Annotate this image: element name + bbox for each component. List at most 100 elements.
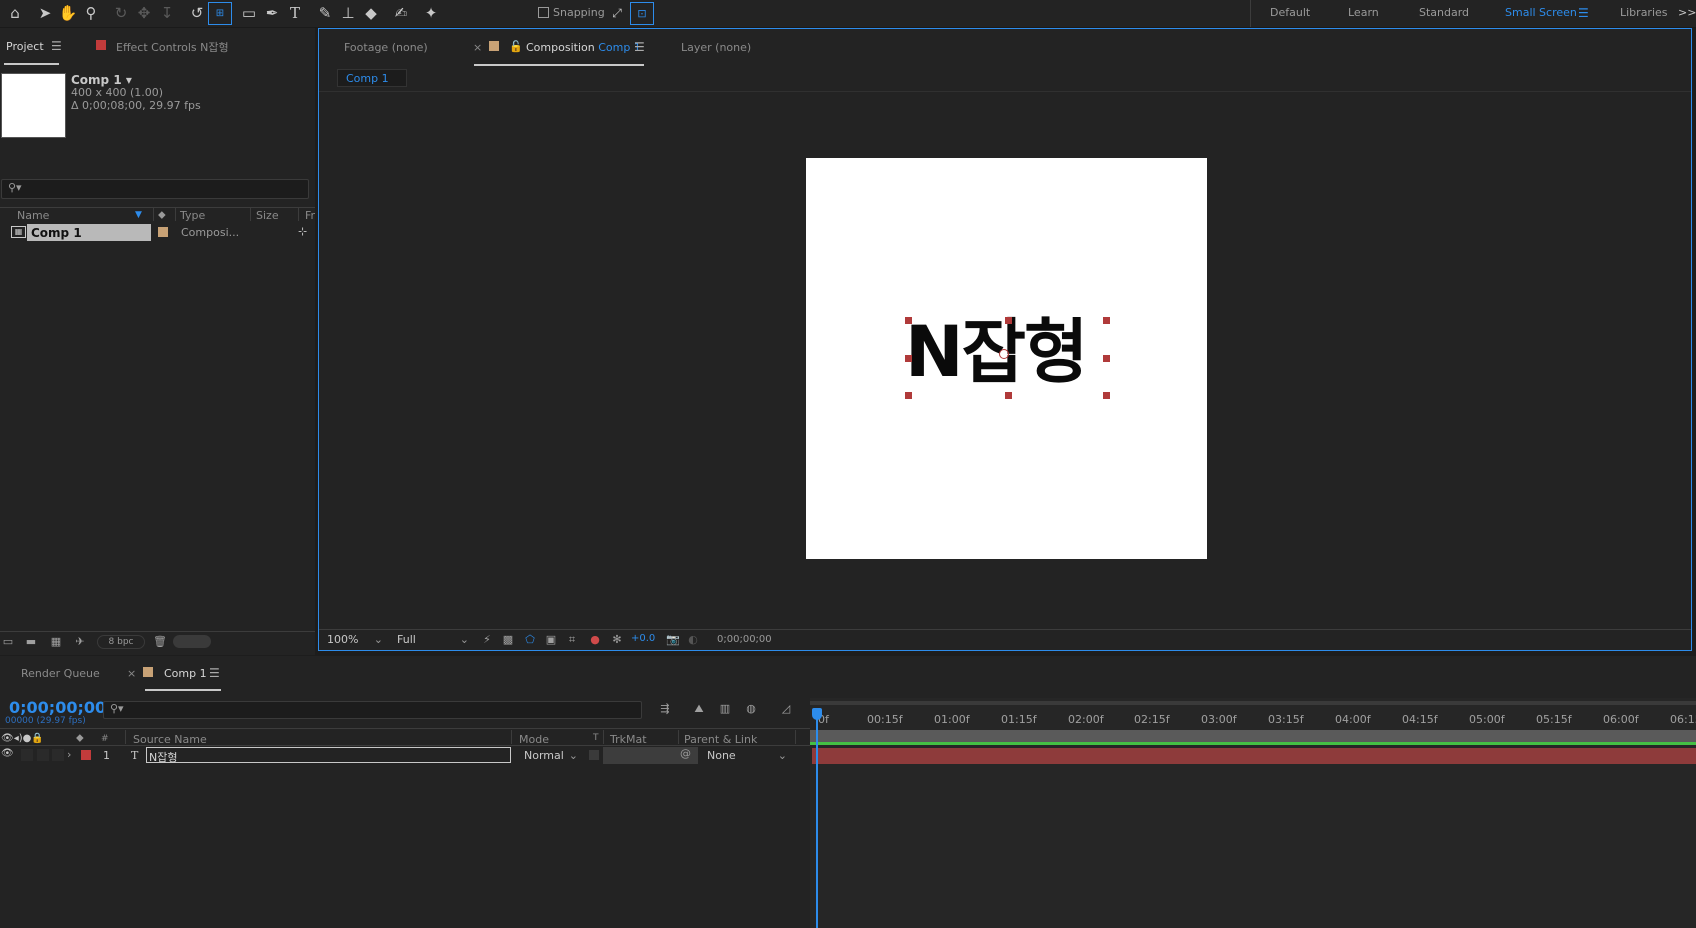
layer-row[interactable]: 👁 › 1 T N잡형 Normal ⌄ @ None ⌄ bbox=[0, 747, 810, 764]
snap-edges-icon[interactable]: ⤢ bbox=[606, 3, 628, 24]
snapshot-camera-icon[interactable]: 📷 bbox=[665, 633, 681, 647]
hand-tool-icon[interactable]: ✋ bbox=[57, 3, 79, 24]
col-size[interactable]: Size bbox=[256, 209, 279, 222]
current-time-display[interactable]: 0;00;00;00 bbox=[709, 631, 787, 649]
lock-icon[interactable]: 🔓 bbox=[509, 40, 523, 53]
pick-whip-icon[interactable]: @ bbox=[680, 747, 691, 760]
adjust-settings-icon[interactable]: ✈ bbox=[72, 635, 88, 649]
interpret-footage-icon[interactable]: ▭ bbox=[0, 635, 16, 649]
label-column-icon[interactable]: ⬥ bbox=[158, 208, 166, 222]
snapping-checkbox[interactable] bbox=[538, 7, 549, 18]
expand-twirl-icon[interactable]: › bbox=[67, 748, 71, 761]
comp-flowchart-icon[interactable]: ⇶ bbox=[657, 702, 673, 716]
close-tab-icon[interactable]: × bbox=[473, 41, 482, 54]
col-type[interactable]: Type bbox=[180, 209, 205, 222]
tab-comp[interactable]: Comp 1 bbox=[164, 667, 207, 680]
panel-menu-icon[interactable]: ☰ bbox=[51, 39, 62, 53]
exposure-value[interactable]: +0.0 bbox=[631, 633, 655, 644]
flowchart-icon[interactable]: ⊹ bbox=[298, 225, 307, 238]
tab-effect-controls[interactable]: Effect Controls N잡형 bbox=[116, 39, 229, 55]
transparency-grid-icon[interactable]: ▩ bbox=[500, 633, 516, 647]
parent-dropdown[interactable]: None ⌄ bbox=[701, 747, 791, 764]
motion-blur-icon[interactable]: ◍ bbox=[743, 702, 759, 716]
bbox-handle-bm[interactable] bbox=[1005, 392, 1012, 399]
eraser-tool-icon[interactable]: ◆ bbox=[360, 3, 382, 24]
workspace-default[interactable]: Default bbox=[1270, 6, 1310, 19]
reset-exposure-icon[interactable]: ✻ bbox=[609, 633, 625, 647]
snap-features-icon[interactable]: ⊡ bbox=[630, 2, 654, 25]
graph-editor-icon[interactable]: ◿ bbox=[778, 702, 794, 716]
layer-name-field[interactable]: N잡형 bbox=[146, 747, 511, 764]
tab-layer[interactable]: Layer (none) bbox=[681, 41, 751, 54]
tab-project[interactable]: Project bbox=[6, 40, 44, 53]
dolly-camera-icon[interactable]: ↧ bbox=[156, 3, 178, 24]
audio-toggle[interactable] bbox=[21, 749, 33, 761]
bbox-handle-ml[interactable] bbox=[905, 355, 912, 362]
playhead-handle[interactable] bbox=[812, 708, 822, 720]
col-t[interactable]: T bbox=[593, 733, 599, 743]
tab-composition[interactable]: Composition Comp 1 bbox=[526, 41, 641, 54]
bit-depth-button[interactable]: 8 bpc bbox=[97, 635, 145, 649]
workspace-overflow-icon[interactable]: >> bbox=[1678, 6, 1696, 19]
type-tool-icon[interactable]: T bbox=[284, 3, 306, 24]
show-snapshot-icon[interactable]: ◐ bbox=[685, 633, 701, 647]
workspace-small-screen[interactable]: Small Screen bbox=[1505, 6, 1577, 19]
comp-breadcrumb[interactable]: Comp 1 bbox=[337, 69, 407, 87]
orbit-camera-icon[interactable]: ↻ bbox=[110, 3, 132, 24]
solo-toggle[interactable] bbox=[37, 749, 49, 761]
col-fr[interactable]: Fr bbox=[305, 209, 315, 222]
pen-tool-icon[interactable]: ✒ bbox=[261, 3, 283, 24]
col-name[interactable]: Name bbox=[17, 209, 49, 222]
new-folder-icon[interactable]: ▬ bbox=[23, 635, 39, 649]
workspace-libraries[interactable]: Libraries bbox=[1620, 6, 1668, 19]
time-navigator[interactable] bbox=[810, 701, 1696, 705]
bbox-handle-tm[interactable] bbox=[1005, 317, 1012, 324]
clone-stamp-icon[interactable]: ⊥ bbox=[337, 3, 359, 24]
workspace-learn[interactable]: Learn bbox=[1348, 6, 1379, 19]
anchor-point-icon[interactable] bbox=[999, 349, 1009, 359]
draft-3d-icon[interactable]: ⛰ bbox=[691, 702, 707, 716]
zoom-tool-icon[interactable]: ⚲ bbox=[80, 3, 102, 24]
project-search-input[interactable]: ⚲▾ bbox=[1, 179, 309, 199]
tab-render-queue[interactable]: Render Queue bbox=[21, 667, 100, 680]
grid-guides-icon[interactable]: ⌗ bbox=[564, 633, 580, 647]
pan-camera-icon[interactable]: ✥ bbox=[133, 3, 155, 24]
composition-menu-icon[interactable]: ☰ bbox=[634, 40, 645, 54]
pan-behind-icon[interactable]: ⊞ bbox=[208, 2, 232, 25]
tab-footage[interactable]: Footage (none) bbox=[344, 41, 428, 54]
puppet-pin-icon[interactable]: ✦ bbox=[420, 3, 442, 24]
composition-canvas[interactable]: N잡형 bbox=[806, 158, 1207, 559]
magnification-dropdown[interactable]: 100% ⌄ bbox=[321, 631, 387, 649]
workspace-menu-icon[interactable]: ☰ bbox=[1578, 6, 1589, 20]
rectangle-tool-icon[interactable]: ▭ bbox=[238, 3, 260, 24]
resolution-dropdown[interactable]: Full ⌄ bbox=[391, 631, 473, 649]
channel-icon[interactable]: ● bbox=[587, 633, 603, 647]
bbox-handle-tl[interactable] bbox=[905, 317, 912, 324]
mask-visibility-icon[interactable]: ⬠ bbox=[522, 633, 538, 647]
bbox-handle-mr[interactable] bbox=[1103, 355, 1110, 362]
fast-previews-icon[interactable]: ⚡ bbox=[479, 633, 495, 647]
new-composition-icon[interactable]: ▦ bbox=[48, 635, 64, 649]
project-item-row[interactable]: ▦ Comp 1 Composi... ⊹ bbox=[0, 224, 315, 241]
bbox-handle-br[interactable] bbox=[1103, 392, 1110, 399]
roto-brush-icon[interactable]: ✍ bbox=[390, 3, 412, 24]
video-visibility-icon[interactable]: 👁 bbox=[1, 748, 14, 759]
frame-blending-icon[interactable]: ▥ bbox=[717, 702, 733, 716]
layer-label-swatch[interactable] bbox=[81, 750, 91, 760]
close-tab-icon[interactable]: × bbox=[127, 667, 136, 680]
timeline-menu-icon[interactable]: ☰ bbox=[209, 666, 220, 680]
time-ruler[interactable]: 0f 00:15f 01:00f 01:15f 02:00f 02:15f 03… bbox=[810, 708, 1696, 730]
preserve-transparency-toggle[interactable] bbox=[589, 750, 599, 760]
thumbnail-slider[interactable] bbox=[173, 635, 211, 648]
current-time[interactable]: 0;00;00;00 bbox=[9, 698, 106, 717]
selection-tool-icon[interactable]: ➤ bbox=[34, 3, 56, 24]
delete-icon[interactable]: 🗑 bbox=[152, 635, 168, 649]
workspace-standard[interactable]: Standard bbox=[1419, 6, 1469, 19]
timeline-search-input[interactable]: ⚲▾ bbox=[103, 701, 642, 719]
layer-duration-bar[interactable] bbox=[812, 748, 1696, 764]
region-of-interest-icon[interactable]: ▣ bbox=[543, 633, 559, 647]
label-column-icon[interactable]: ⬥ bbox=[76, 731, 84, 745]
lock-toggle[interactable] bbox=[52, 749, 64, 761]
brush-tool-icon[interactable]: ✎ bbox=[314, 3, 336, 24]
playhead-line[interactable] bbox=[816, 708, 818, 928]
